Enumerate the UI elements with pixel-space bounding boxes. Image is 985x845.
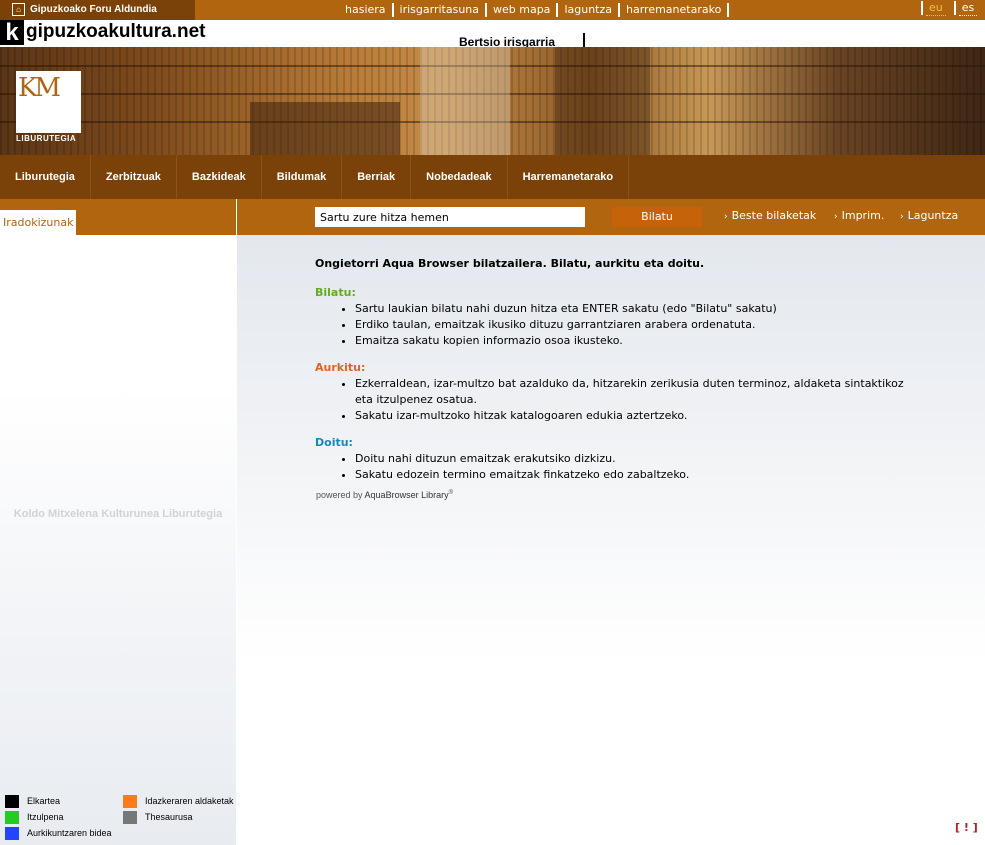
legend-label: Idazkeraren aldaketak <box>145 796 234 806</box>
legend-swatch <box>5 811 19 824</box>
legend-item-itzulpena: Itzulpena <box>5 811 115 824</box>
list-item: Erdiko taulan, emaitzak ikusiko dituzu g… <box>355 317 915 333</box>
top-link-irisgarritasuna[interactable]: irisgarritasuna <box>394 3 487 17</box>
legend-label: Itzulpena <box>27 812 64 822</box>
help-label: Laguntza <box>907 209 959 222</box>
library-banner-image <box>0 47 985 155</box>
tab-iradokizunak[interactable]: Iradokizunak <box>0 210 76 235</box>
powered-prefix: powered by <box>316 490 363 500</box>
site-title[interactable]: gipuzkoakultura.net <box>26 20 205 44</box>
legend-item-elkartea: Elkartea <box>5 795 115 808</box>
nav-item-bildumak[interactable]: Bildumak <box>262 155 343 199</box>
panel-divider <box>236 199 237 235</box>
section-heading-doitu: Doitu: <box>315 436 353 449</box>
gipuzkoa-logo[interactable]: ⌂ Gipuzkoako Foru Aldundia <box>0 0 195 20</box>
other-searches-link[interactable]: › Beste bilaketak <box>724 209 816 224</box>
legend-swatch <box>123 795 137 808</box>
legend-swatch <box>5 795 19 808</box>
section-heading-bilatu: Bilatu: <box>315 286 356 299</box>
nav-item-nobedadeak[interactable]: Nobedadeak <box>411 155 508 199</box>
legend-item-aurkikuntzaren-bidea: Aurkikuntzaren bidea <box>5 827 120 840</box>
logo-initials: KM <box>18 73 61 103</box>
chevron-right-icon: › <box>900 212 904 222</box>
list-item: Ezkerraldean, izar-multzo bat azalduko d… <box>355 376 915 408</box>
cloud-panel <box>0 235 236 845</box>
list-item: Doitu nahi dituzun emaitzak erakutsiko d… <box>355 451 915 467</box>
nav-item-harremanetarako[interactable]: Harremanetarako <box>508 155 630 199</box>
kultura-k-icon[interactable]: k <box>0 20 24 45</box>
coat-of-arms-icon: ⌂ <box>12 3 25 16</box>
lang-divider <box>921 1 923 15</box>
main-nav: Liburutegia Zerbitzuak Bazkideak Bilduma… <box>0 155 985 199</box>
search-button[interactable]: Bilatu <box>612 207 702 227</box>
search-input[interactable] <box>315 207 585 227</box>
nav-item-zerbitzuak[interactable]: Zerbitzuak <box>91 155 177 199</box>
top-link-laguntza[interactable]: laguntza <box>558 3 620 17</box>
chevron-right-icon: › <box>724 212 728 222</box>
chevron-right-icon: › <box>834 212 838 222</box>
accessible-version-link[interactable]: Bertsio irisgarria <box>459 33 585 49</box>
welcome-text: Ongietorri Aqua Browser bilatzailera. Bi… <box>315 257 915 483</box>
org-name: Gipuzkoako Foru Aldundia <box>30 4 157 15</box>
top-link-harremanetarako[interactable]: harremanetarako <box>620 3 730 17</box>
list-item: Sakatu izar-multzoko hitzak katalogoaren… <box>355 408 915 424</box>
legend-swatch <box>123 811 137 824</box>
km-liburutegia-logo[interactable]: KM LIBURUTEGIA <box>16 71 81 146</box>
nav-item-berriak[interactable]: Berriak <box>342 155 412 199</box>
nav-item-bazkideak[interactable]: Bazkideak <box>177 155 262 199</box>
list-item: Sartu laukian bilatu nahi duzun hitza et… <box>355 301 915 317</box>
section-list-aurkitu: Ezkerraldean, izar-multzo bat azalduko d… <box>315 376 915 424</box>
section-heading-aurkitu: Aurkitu: <box>315 361 366 374</box>
legend-item-thesaurusa: Thesaurusa <box>123 811 233 824</box>
nav-item-liburutegia[interactable]: Liburutegia <box>0 155 91 199</box>
language-switcher: eu es <box>921 0 978 20</box>
print-label: Imprim. <box>841 209 885 222</box>
lang-divider <box>953 1 956 15</box>
legend-label: Elkartea <box>27 796 61 806</box>
legend-label: Thesaurusa <box>145 812 193 822</box>
print-link[interactable]: › Imprim. <box>834 209 884 224</box>
logo-caption: LIBURUTEGIA <box>16 134 77 143</box>
library-name-watermark: Koldo Mitxelena Kulturunea Liburutegia <box>13 508 223 520</box>
powered-brand: AquaBrowser Library <box>364 490 449 500</box>
feedback-link[interactable]: [ ! ] <box>955 821 978 834</box>
legend-label: Aurkikuntzaren bidea <box>27 828 112 838</box>
lang-eu-link[interactable]: eu <box>926 1 946 16</box>
legend-swatch <box>5 827 19 840</box>
powered-by-link[interactable]: powered by AquaBrowser Library® <box>316 490 453 500</box>
welcome-title: Ongietorri Aqua Browser bilatzailera. Bi… <box>315 257 705 270</box>
lang-es-link[interactable]: es <box>958 1 978 16</box>
registered-mark-icon: ® <box>448 490 454 496</box>
top-link-web-mapa[interactable]: web mapa <box>487 3 559 17</box>
section-list-bilatu: Sartu laukian bilatu nahi duzun hitza et… <box>315 301 915 349</box>
top-link-hasiera[interactable]: hasiera <box>340 3 394 17</box>
other-searches-label: Beste bilaketak <box>731 209 817 222</box>
section-list-doitu: Doitu nahi dituzun emaitzak erakutsiko d… <box>315 451 915 483</box>
list-item: Sakatu edozein termino emaitzak finkatze… <box>355 467 915 483</box>
top-nav: hasiera irisgarritasuna web mapa laguntz… <box>340 0 730 20</box>
list-item: Emaitza sakatu kopien informazio osoa ik… <box>355 333 915 349</box>
help-link[interactable]: › Laguntza <box>900 209 958 224</box>
legend-item-idazkeraren-aldaketak: Idazkeraren aldaketak <box>123 795 238 808</box>
